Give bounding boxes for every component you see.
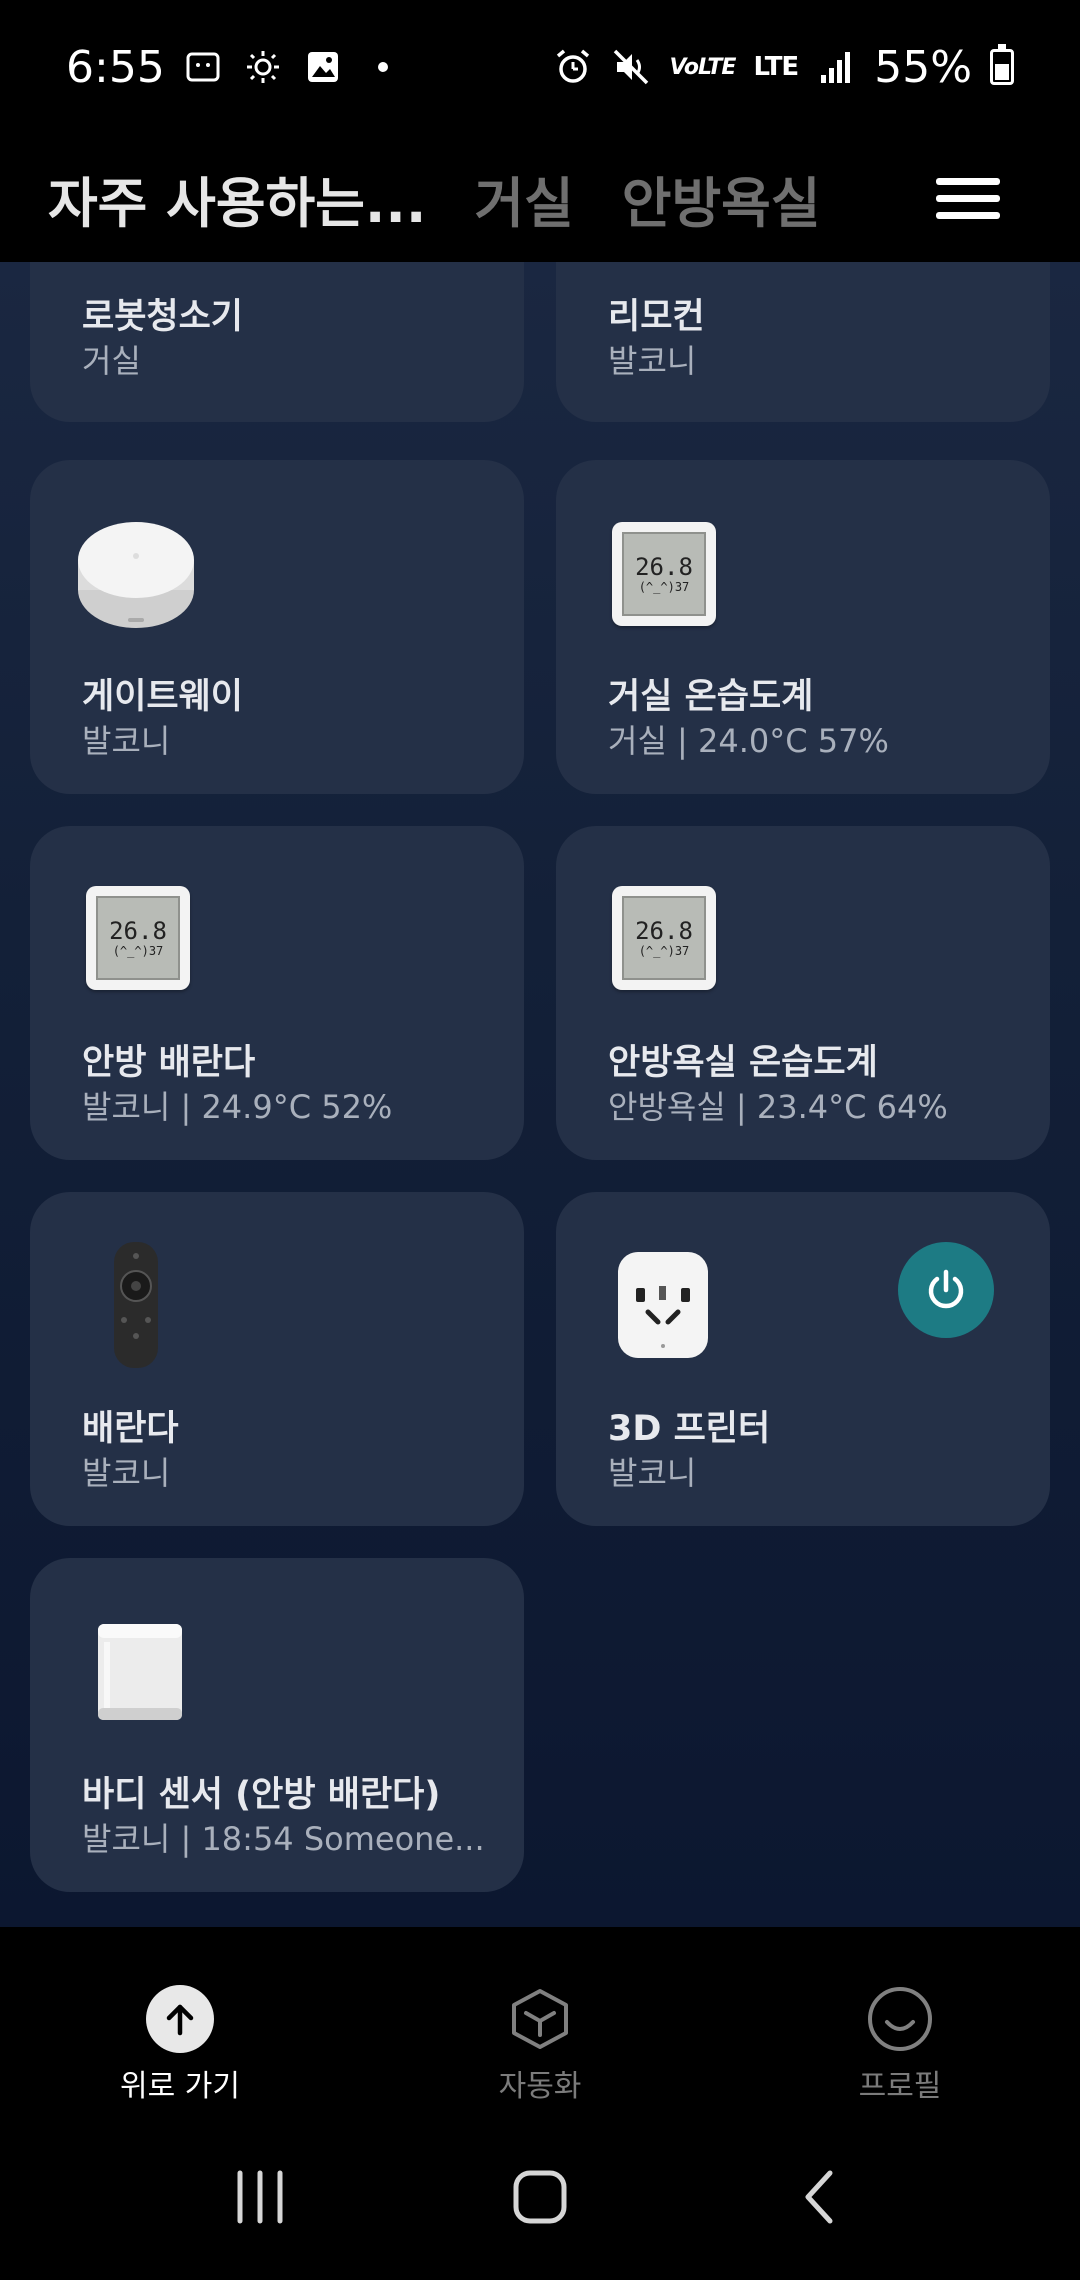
robot-vacuum-icon [120,262,220,266]
signal-icon [816,47,856,87]
device-room: 발코니 [82,1454,171,1492]
device-room: 발코니 [82,722,171,760]
status-bar: 6:55 VoLTE LTE 55% [0,0,1080,134]
nav-label: 프로필 [858,2069,942,2104]
battery-percent: 55% [874,41,972,93]
device-name: 리모컨 [608,297,705,337]
device-card-balcony-speaker[interactable]: 배란다 발코니 [30,1192,524,1526]
device-room: 발코니 [608,342,697,380]
nav-label: 위로 가기 [120,2069,240,2104]
status-time: 6:55 [66,41,165,93]
nav-profile[interactable]: 프로필 [720,1927,1080,2117]
recent-apps-icon [237,2170,283,2223]
gateway-icon [76,520,196,636]
smart-plug-icon [616,1250,710,1364]
sun-icon [243,47,283,87]
device-card-master-balcony[interactable]: 26.8 (^_^)37 안방 배란다 발코니 | 24.9°C 52% [30,826,524,1160]
tab-master-bathroom[interactable]: 안방욕실 [622,159,821,238]
dot-icon [363,47,403,87]
recent-apps-button[interactable] [230,2167,290,2231]
home-button[interactable] [510,2167,570,2231]
device-room-status: 안방욕실 | 23.4°C 64% [608,1088,948,1126]
motion-sensor-icon [94,1616,186,1728]
device-card-living-room-thermometer[interactable]: 26.8 (^_^)37 거실 온습도계 거실 | 24.0°C 57% [556,460,1050,794]
device-room: 거실 [82,342,141,380]
device-room-status: 발코니 | 18:54 Someone... [82,1820,485,1858]
device-card-body-sensor[interactable]: 바디 센서 (안방 배란다) 발코니 | 18:54 Someone... [30,1558,524,1892]
device-name: 거실 온습도계 [608,677,814,717]
device-card-robot-vacuum[interactable]: 로봇청소기 거실 [30,262,524,422]
smile-icon [866,1985,934,2053]
tab-favorites[interactable]: 자주 사용하는... [48,159,426,238]
device-card-3d-printer[interactable]: 3D 프린터 발코니 [556,1192,1050,1526]
device-name: 게이트웨이 [82,677,244,717]
device-room: 발코니 [608,1454,697,1492]
volte-indicator: VoLTE [669,54,736,80]
device-name: 배란다 [82,1409,179,1449]
thermometer-icon: 26.8 (^_^)37 [612,522,716,626]
tab-living-room[interactable]: 거실 [474,159,573,238]
home-icon [513,2170,567,2223]
device-name: 3D 프린터 [608,1409,771,1449]
device-room-status: 거실 | 24.0°C 57% [608,722,889,760]
device-name: 로봇청소기 [82,297,244,337]
menu-icon [936,177,1000,185]
nav-label: 자동화 [498,2069,582,2104]
menu-button[interactable] [936,166,1000,230]
speaker-remote-icon [112,1240,160,1374]
cube-icon [506,1985,574,2053]
device-name: 바디 센서 (안방 배란다) [82,1775,441,1815]
power-icon [928,1269,964,1309]
thermometer-icon: 26.8 (^_^)37 [612,886,716,990]
device-name: 안방 배란다 [82,1043,256,1083]
device-card-remote[interactable]: 리모컨 발코니 [556,262,1050,422]
back-button[interactable] [790,2167,850,2231]
system-navigation-bar [0,2117,1080,2280]
back-icon [805,2170,833,2223]
device-name: 안방욕실 온습도계 [608,1043,878,1083]
thermometer-icon: 26.8 (^_^)37 [86,886,190,990]
arrow-up-icon [146,1985,214,2053]
room-tabs: 자주 사용하는... 거실 안방욕실 [0,134,1080,262]
device-room-status: 발코니 | 24.9°C 52% [82,1088,393,1126]
device-grid: 로봇청소기 거실 리모컨 발코니 게이트웨이 발코니 26.8 (^_^)37 거… [0,262,1080,1927]
screenshot-notification-icon [183,47,223,87]
device-card-bathroom-thermometer[interactable]: 26.8 (^_^)37 안방욕실 온습도계 안방욕실 | 23.4°C 64% [556,826,1050,1160]
nav-automation[interactable]: 자동화 [360,1927,720,2117]
power-toggle-button[interactable] [898,1242,994,1338]
gallery-icon [303,47,343,87]
device-card-gateway[interactable]: 게이트웨이 발코니 [30,460,524,794]
lte-indicator: LTE [753,52,799,82]
bottom-navigation: 위로 가기 자동화 프로필 [0,1927,1080,2117]
mute-icon [611,47,651,87]
battery-icon [990,44,1014,85]
nav-scroll-top[interactable]: 위로 가기 [0,1927,360,2117]
alarm-icon [553,47,593,87]
